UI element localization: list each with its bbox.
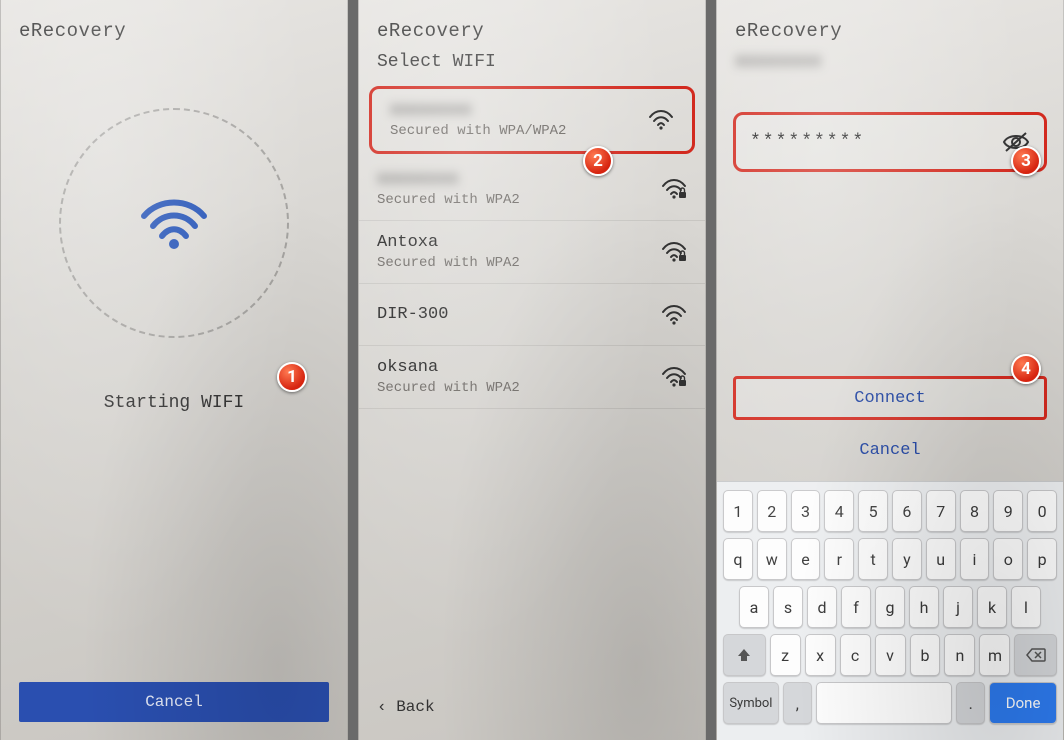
progress-ring — [59, 108, 289, 338]
key[interactable]: n — [944, 634, 975, 676]
step-badge-2: 2 — [583, 146, 613, 176]
key-shift[interactable] — [723, 634, 766, 676]
key[interactable]: r — [824, 538, 854, 580]
key[interactable]: j — [943, 586, 973, 628]
key[interactable]: h — [909, 586, 939, 628]
password-value: ********* — [750, 132, 1002, 152]
key[interactable]: c — [840, 634, 871, 676]
wifi-item-security: Secured with WPA/WPA2 — [390, 123, 648, 139]
wifi-item-name: oksana — [377, 358, 661, 377]
wifi-item[interactable]: xxxxxxxx Secured with WPA/WPA2 — [369, 86, 695, 154]
key[interactable]: t — [858, 538, 888, 580]
cancel-button[interactable]: Cancel — [19, 682, 329, 722]
key-done[interactable]: Done — [989, 682, 1057, 724]
app-title: eRecovery — [717, 0, 1063, 48]
wifi-item[interactable]: oksana Secured with WPA2 — [359, 346, 705, 409]
key[interactable]: b — [910, 634, 941, 676]
key-space[interactable] — [816, 682, 953, 724]
key[interactable]: z — [770, 634, 801, 676]
wifi-signal-icon — [661, 304, 687, 326]
wifi-item[interactable]: xxxxxxxx Secured with WPA2 — [359, 158, 705, 221]
key-period[interactable]: . — [956, 682, 985, 724]
app-title: eRecovery — [359, 0, 705, 48]
key[interactable]: e — [791, 538, 821, 580]
key[interactable]: f — [841, 586, 871, 628]
key[interactable]: 8 — [960, 490, 990, 532]
network-name: xxxxxxxx — [717, 48, 1063, 82]
screen-select-wifi: eRecovery Select WIFI xxxxxxxx Secured w… — [358, 0, 706, 740]
wifi-item-name: DIR-300 — [377, 305, 661, 324]
step-badge-3: 3 — [1011, 146, 1041, 176]
app-title: eRecovery — [1, 0, 347, 48]
wifi-signal-icon — [661, 241, 687, 263]
wifi-item-security: Secured with WPA2 — [377, 192, 661, 208]
key[interactable]: 7 — [926, 490, 956, 532]
connect-button[interactable]: Connect — [733, 376, 1047, 420]
key[interactable]: o — [993, 538, 1023, 580]
screen-starting-wifi: eRecovery Starting WIFI 1 Cancel — [0, 0, 348, 740]
wifi-signal-icon — [648, 109, 674, 131]
key[interactable]: l — [1011, 586, 1041, 628]
key[interactable]: i — [960, 538, 990, 580]
on-screen-keyboard: 1234567890 qwertyuiop asdfghjkl zxcvbnm Symb… — [717, 481, 1063, 740]
wifi-startup-area: Starting WIFI — [1, 48, 347, 740]
key[interactable]: 1 — [723, 490, 753, 532]
key[interactable]: 0 — [1027, 490, 1057, 532]
key[interactable]: 5 — [858, 490, 888, 532]
key-comma[interactable]: , — [783, 682, 812, 724]
key[interactable]: k — [977, 586, 1007, 628]
status-text: Starting WIFI — [104, 393, 244, 413]
key[interactable]: 6 — [892, 490, 922, 532]
key[interactable]: x — [805, 634, 836, 676]
key[interactable]: y — [892, 538, 922, 580]
wifi-signal-icon — [661, 366, 687, 388]
key[interactable]: u — [926, 538, 956, 580]
key[interactable]: w — [757, 538, 787, 580]
key[interactable]: v — [875, 634, 906, 676]
wifi-item-name: xxxxxxxx — [390, 101, 648, 120]
wifi-item-security: Secured with WPA2 — [377, 255, 661, 271]
wifi-item-name: Antoxa — [377, 233, 661, 252]
key[interactable]: s — [773, 586, 803, 628]
key[interactable]: q — [723, 538, 753, 580]
wifi-list: xxxxxxxx Secured with WPA/WPA2 xxxxxxxx … — [359, 82, 705, 740]
key[interactable]: a — [739, 586, 769, 628]
step-badge-4: 4 — [1011, 354, 1041, 384]
key[interactable]: 2 — [757, 490, 787, 532]
wifi-item-name: xxxxxxxx — [377, 170, 661, 189]
password-field[interactable]: ********* — [733, 112, 1047, 172]
screen-enter-password: eRecovery xxxxxxxx ********* 3 Connect 4… — [716, 0, 1064, 740]
key[interactable]: m — [979, 634, 1010, 676]
key[interactable]: d — [807, 586, 837, 628]
key[interactable]: 3 — [791, 490, 821, 532]
key[interactable]: 9 — [993, 490, 1023, 532]
wifi-icon — [139, 196, 209, 251]
key[interactable]: p — [1027, 538, 1057, 580]
key-backspace[interactable] — [1014, 634, 1057, 676]
wifi-item[interactable]: Antoxa Secured with WPA2 — [359, 221, 705, 284]
wifi-item-security: Secured with WPA2 — [377, 380, 661, 396]
step-badge-1: 1 — [277, 362, 307, 392]
wifi-item[interactable]: DIR-300 — [359, 284, 705, 346]
back-button[interactable]: ‹ Back — [359, 682, 453, 732]
key-symbol[interactable]: Symbol — [723, 682, 779, 724]
key[interactable]: g — [875, 586, 905, 628]
key[interactable]: 4 — [824, 490, 854, 532]
wifi-signal-icon — [661, 178, 687, 200]
cancel-button[interactable]: Cancel — [733, 428, 1047, 472]
page-subtitle: Select WIFI — [359, 48, 705, 82]
